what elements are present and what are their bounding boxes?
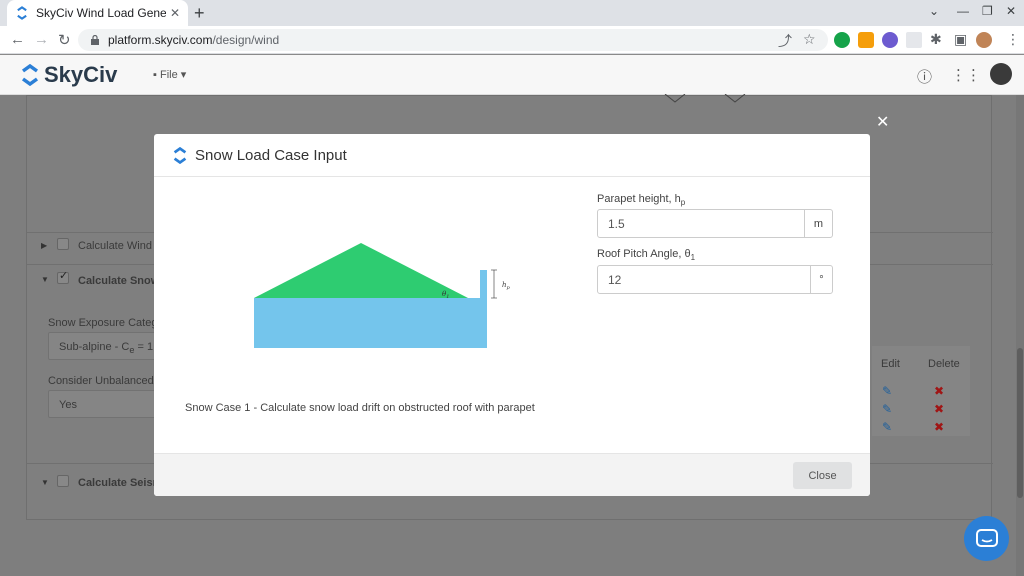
snow-exposure-value: Sub-alpine - C: [59, 341, 130, 353]
snow-case-caption: Snow Case 1 - Calculate snow load drift …: [185, 402, 535, 414]
seismic-checkbox[interactable]: [57, 475, 69, 487]
h-label-sub: p: [507, 285, 511, 291]
close-button[interactable]: Close: [793, 462, 852, 489]
new-tab-icon[interactable]: +: [194, 3, 205, 24]
file-icon: ▪: [153, 69, 157, 81]
roof-pitch-unit: °: [810, 266, 832, 293]
edit-icon[interactable]: ✎: [882, 384, 892, 398]
parapet-height-label-text: Parapet height, h: [597, 193, 681, 205]
page-scrollbar[interactable]: [1016, 95, 1024, 576]
seismic-row-label: Calculate Seism: [78, 477, 163, 489]
delete-icon[interactable]: ✖: [934, 420, 944, 434]
modal-close-icon[interactable]: ✕: [876, 112, 889, 132]
apps-grid-icon[interactable]: ⋮⋮: [951, 66, 981, 84]
forward-icon[interactable]: →: [34, 31, 49, 48]
roof-pitch-label-sub: 1: [690, 253, 696, 263]
help-icon[interactable]: ⓘ: [917, 66, 932, 87]
parapet-height-unit: m: [804, 210, 832, 237]
roof-shape: [254, 243, 468, 298]
delete-icon[interactable]: ✖: [934, 384, 944, 398]
wind-row-label: Calculate Wind: [78, 240, 152, 252]
url-input[interactable]: platform.skyciv.com/design/wind: [78, 29, 828, 51]
snow-exposure-select[interactable]: Sub-alpine - Ce = 1.0: [48, 332, 158, 360]
unbalanced-label: Consider Unbalanced/I: [48, 375, 160, 387]
chat-icon: [975, 528, 998, 547]
browser-tab[interactable]: SkyCiv Wind Load Generat ✕: [7, 0, 188, 26]
parapet-height-label-sub: p: [680, 198, 686, 208]
h-dimension-label: hp: [502, 281, 511, 291]
lock-icon: [91, 35, 99, 45]
building-shape: [254, 298, 487, 348]
edit-icon[interactable]: ✎: [882, 420, 892, 434]
snow-cases-table: Edit Delete ✎ ✖ ✎ ✖ ✎ ✖: [872, 346, 970, 436]
brand-name: SkyCiv: [44, 62, 118, 87]
chrome-menu-icon[interactable]: ⋮: [1006, 31, 1020, 48]
roof-pitch-input[interactable]: [598, 266, 810, 293]
address-bar: ← → ↻ platform.skyciv.com/design/wind ⤴ …: [0, 26, 1024, 54]
tab-search-icon[interactable]: ⌄: [929, 4, 939, 18]
delete-icon[interactable]: ✖: [934, 402, 944, 416]
modal-footer: Close: [154, 453, 870, 496]
expand-wind-icon[interactable]: ▶: [41, 241, 47, 250]
unbalanced-value: Yes: [59, 399, 77, 411]
user-avatar[interactable]: [990, 63, 1012, 85]
profile-avatar-icon[interactable]: [976, 32, 992, 48]
roof-pitch-group: °: [597, 265, 833, 294]
browser-tab-strip: SkyCiv Wind Load Generat ✕ + ⌄ — ❐ ✕: [0, 0, 1024, 26]
skyciv-logo-icon: [173, 146, 187, 164]
skyciv-logo-icon: [17, 6, 27, 20]
theta-sub: 1: [446, 294, 449, 300]
bookmark-star-icon[interactable]: ☆: [803, 31, 816, 48]
snow-row-label: Calculate Snow: [78, 275, 160, 287]
grammarly-extension-icon[interactable]: [834, 32, 850, 48]
skyciv-logo-icon: [21, 64, 39, 86]
brand[interactable]: SkyCiv: [20, 62, 117, 88]
back-icon[interactable]: ←: [10, 31, 25, 48]
tab-close-icon[interactable]: ✕: [170, 6, 180, 20]
wind-checkbox[interactable]: [57, 238, 69, 250]
tab-title: SkyCiv Wind Load Generat: [36, 6, 166, 20]
restore-icon[interactable]: ❐: [982, 4, 993, 18]
modal-title: Snow Load Case Input: [195, 146, 347, 164]
reload-icon[interactable]: ↻: [58, 31, 71, 49]
url-domain: platform.skyciv.com: [108, 33, 213, 47]
snow-checkbox[interactable]: ✓: [57, 270, 69, 284]
expand-seismic-icon[interactable]: ▼: [41, 478, 49, 487]
window-close-icon[interactable]: ✕: [1006, 4, 1016, 18]
side-panel-icon[interactable]: ▣: [954, 31, 967, 48]
collapse-snow-icon[interactable]: ▼: [41, 275, 49, 284]
modal-header: Snow Load Case Input: [154, 134, 870, 177]
snow-load-case-modal: Snow Load Case Input hp θ1 Snow Case 1 -…: [154, 134, 870, 496]
chat-launcher-button[interactable]: [964, 516, 1009, 561]
app-header: SkyCiv ▪ File ▾ ⓘ ⋮⋮: [0, 55, 1024, 95]
parapet-height-label: Parapet height, hp: [597, 193, 685, 207]
modal-body: hp θ1 Snow Case 1 - Calculate snow load …: [154, 177, 870, 453]
file-menu-label: File ▾: [159, 69, 187, 81]
snow-exposure-label: Snow Exposure Catego: [48, 317, 164, 329]
url-path: /design/wind: [212, 33, 280, 47]
structure-preview-icon: [664, 94, 746, 103]
share-icon[interactable]: ⤴: [778, 31, 792, 51]
table-delete-header: Delete: [928, 358, 960, 370]
extensions-puzzle-icon[interactable]: ✱: [930, 31, 942, 48]
table-edit-header: Edit: [881, 358, 900, 370]
parapet-height-group: m: [597, 209, 833, 238]
roof-pitch-label: Roof Pitch Angle, θ1: [597, 248, 695, 262]
minimize-icon[interactable]: —: [957, 4, 969, 18]
edit-icon[interactable]: ✎: [882, 402, 892, 416]
roof-pitch-label-text: Roof Pitch Angle, θ: [597, 248, 691, 260]
parapet-shape: [480, 270, 487, 298]
metamask-extension-icon[interactable]: [858, 32, 874, 48]
scrollbar-thumb[interactable]: [1017, 348, 1023, 498]
check-icon: ✓: [59, 270, 69, 282]
file-menu[interactable]: ▪ File ▾: [153, 68, 186, 81]
extension-icon[interactable]: [882, 32, 898, 48]
parapet-height-input[interactable]: [598, 210, 804, 237]
unbalanced-select[interactable]: Yes: [48, 390, 158, 418]
roof-parapet-diagram: hp θ1: [254, 243, 511, 348]
extension-blank-icon[interactable]: [906, 32, 922, 48]
